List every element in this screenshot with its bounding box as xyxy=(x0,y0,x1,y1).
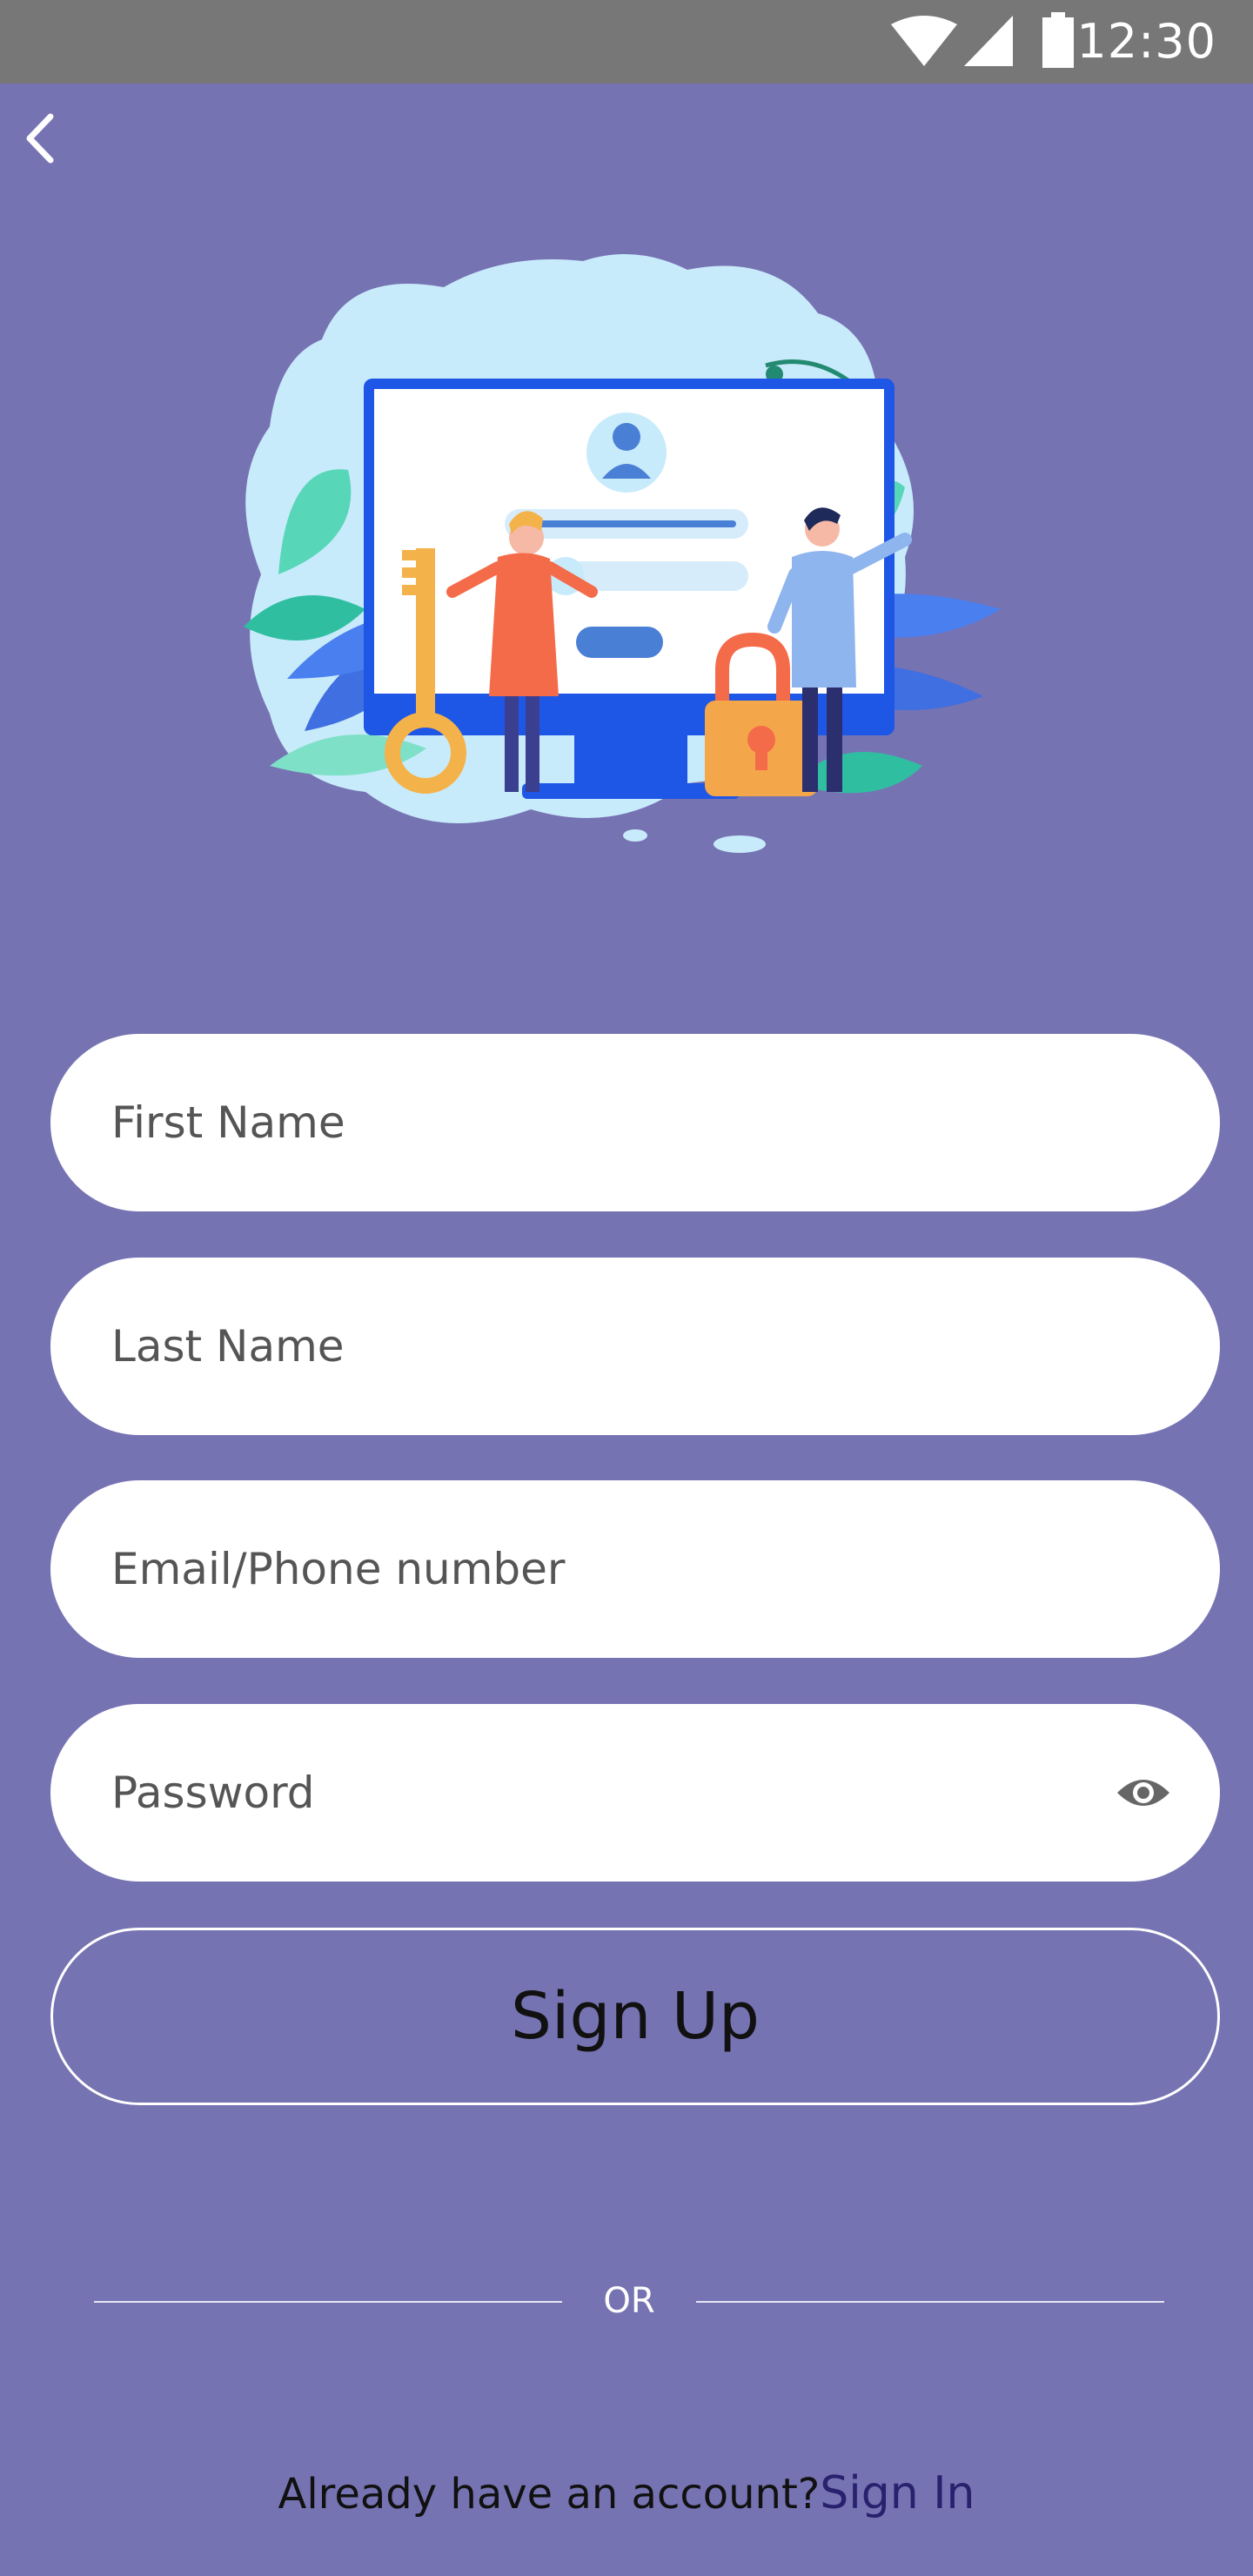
sign-up-button[interactable]: Sign Up xyxy=(50,1928,1220,2105)
first-name-input[interactable] xyxy=(111,1034,1086,1211)
first-name-field[interactable] xyxy=(50,1034,1220,1211)
battery-icon xyxy=(1042,12,1074,68)
password-field[interactable] xyxy=(50,1704,1220,1882)
sign-in-prompt-text: Already have an account? xyxy=(278,2470,821,2519)
sign-in-link[interactable]: Sign In xyxy=(820,2467,975,2519)
status-bar: 12:30 xyxy=(0,0,1253,84)
back-button[interactable] xyxy=(12,108,73,169)
sign-in-prompt: Already have an account?Sign In xyxy=(0,2463,1253,2524)
wifi-icon xyxy=(891,16,957,66)
status-time: 12:30 xyxy=(1076,14,1216,69)
divider-line-left xyxy=(94,2301,562,2303)
signal-icon xyxy=(964,16,1013,66)
or-divider-label: OR xyxy=(603,2281,655,2321)
signup-illustration xyxy=(244,254,1001,853)
eye-icon[interactable] xyxy=(1116,1767,1171,1819)
password-input[interactable] xyxy=(111,1704,1086,1882)
divider-line-right xyxy=(696,2301,1164,2303)
last-name-input[interactable] xyxy=(111,1258,1086,1435)
chevron-left-icon xyxy=(26,113,54,164)
last-name-field[interactable] xyxy=(50,1258,1220,1435)
email-input[interactable] xyxy=(111,1480,1086,1658)
email-field[interactable] xyxy=(50,1480,1220,1658)
